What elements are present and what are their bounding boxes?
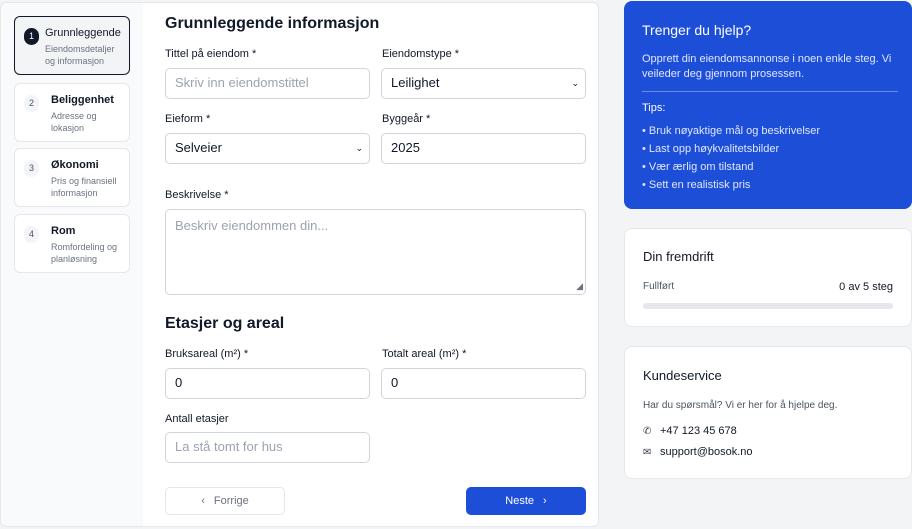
step-okonomi[interactable]: 3 Økonomi Pris og finansiell informasjon [14, 148, 130, 207]
mail-icon: ✉ [643, 446, 652, 458]
tip-item: • Bruk nøyaktige mål og beskrivelser [642, 125, 821, 137]
tips-list: • Bruk nøyaktige mål og beskrivelser • L… [642, 122, 820, 194]
previous-label: Forrige [213, 495, 249, 507]
previous-button[interactable]: ‹ Forrige [165, 487, 285, 515]
help-divider [642, 91, 898, 92]
ownership-select[interactable]: Selveier ⌄ [165, 133, 370, 164]
section-heading-basic: Grunnleggende informasjon [165, 15, 380, 32]
description-placeholder: Beskriv eiendommen din... [175, 218, 329, 233]
floors-label: Antall etasjer [165, 413, 229, 425]
step-title: Beliggenhet [51, 94, 114, 106]
description-textarea[interactable]: Beskriv eiendommen din... ◢ [165, 209, 586, 295]
year-input[interactable]: 2025 [381, 133, 586, 164]
step-number: 2 [24, 95, 39, 112]
tip-item: • Last opp høykvalitetsbilder [642, 143, 780, 155]
ownership-label: Eieform * [165, 113, 211, 125]
total-area-label: Totalt areal (m²) * [382, 348, 467, 360]
progress-bar [643, 303, 893, 309]
step-subtitle: Romfordeling og planløsning [51, 242, 118, 264]
step-subtitle: Eiendomsdetaljer og informasjon [45, 44, 115, 66]
description-label: Beskrivelse * [165, 189, 229, 201]
progress-value: 0 av 5 steg [839, 281, 893, 293]
floors-input[interactable]: La stå tomt for hus [165, 432, 370, 463]
support-phone[interactable]: ✆ +47 123 45 678 [643, 425, 737, 437]
property-type-select[interactable]: Leilighet ⌄ [381, 68, 586, 99]
ownership-value: Selveier [175, 140, 222, 155]
next-label: Neste [505, 495, 535, 507]
resize-handle-icon[interactable]: ◢ [576, 281, 583, 292]
step-beliggenhet[interactable]: 2 Beliggenhet Adresse og lokasjon [14, 83, 130, 142]
progress-title: Din fremdrift [643, 249, 714, 264]
step-rom[interactable]: 4 Rom Romfordeling og planløsning [14, 214, 130, 273]
usable-area-input[interactable]: 0 [165, 368, 370, 399]
chevron-down-icon: ⌄ [355, 143, 363, 153]
steps-sidebar: 1 Grunnleggende Eiendomsdetaljer og info… [1, 3, 143, 526]
email-address: support@bosok.no [660, 446, 753, 458]
tip-item: • Vær ærlig om tilstand [642, 161, 754, 173]
property-type-label: Eiendomstype * [382, 48, 460, 60]
property-type-value: Leilighet [391, 75, 440, 90]
step-title: Grunnleggende [45, 27, 121, 39]
support-description: Har du spørsmål? Vi er her for å hjelpe … [643, 400, 838, 411]
usable-area-label: Bruksareal (m²) * [165, 348, 249, 360]
section-heading-floors: Etasjer og areal [165, 315, 285, 332]
progress-label: Fullført [643, 281, 675, 292]
help-description: Opprett din eiendomsannonse i noen enkle… [642, 53, 892, 80]
step-number: 4 [24, 226, 39, 243]
help-title: Trenger du hjelp? [642, 22, 752, 38]
help-card: Trenger du hjelp? Opprett din eiendomsan… [624, 1, 912, 209]
tip-item: • Sett en realistisk pris [642, 179, 751, 191]
chevron-down-icon: ⌄ [571, 78, 579, 88]
step-title: Rom [51, 225, 76, 237]
step-subtitle: Adresse og lokasjon [51, 111, 97, 133]
support-card: Kundeservice Har du spørsmål? Vi er her … [624, 346, 912, 479]
next-button[interactable]: Neste › [466, 487, 586, 515]
step-title: Økonomi [51, 159, 99, 171]
tips-heading: Tips: [642, 102, 666, 114]
step-number: 3 [24, 160, 39, 177]
year-label: Byggeår * [382, 113, 431, 125]
chevron-left-icon: ‹ [201, 495, 205, 507]
title-input[interactable]: Skriv inn eiendomstittel [165, 68, 370, 99]
phone-number: +47 123 45 678 [660, 425, 737, 437]
phone-icon: ✆ [643, 425, 652, 437]
support-email[interactable]: ✉ support@bosok.no [643, 446, 753, 458]
step-subtitle: Pris og finansiell informasjon [51, 176, 117, 198]
total-area-input[interactable]: 0 [381, 368, 586, 399]
support-title: Kundeservice [643, 368, 722, 383]
chevron-right-icon: › [543, 495, 547, 507]
step-number: 1 [24, 28, 39, 45]
title-label: Tittel på eiendom * [165, 48, 257, 60]
step-grunnleggende[interactable]: 1 Grunnleggende Eiendomsdetaljer og info… [14, 16, 130, 75]
progress-card: Din fremdrift Fullført 0 av 5 steg [624, 228, 912, 327]
